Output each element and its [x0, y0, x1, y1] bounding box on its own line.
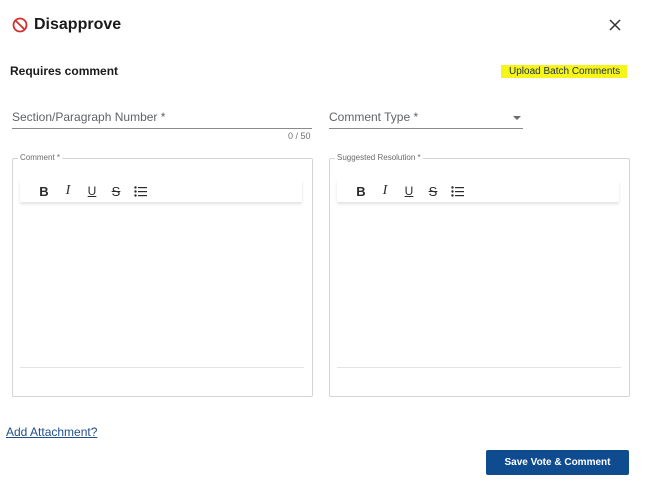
- bullet-list-icon[interactable]: [449, 183, 465, 199]
- underline-icon[interactable]: U: [401, 183, 417, 199]
- close-icon: [609, 19, 621, 31]
- bold-icon[interactable]: B: [36, 183, 52, 199]
- comment-type-select[interactable]: Comment Type *: [329, 110, 523, 130]
- section-paragraph-underline: [12, 128, 312, 129]
- italic-icon[interactable]: I: [377, 183, 393, 199]
- bullet-list-icon[interactable]: [132, 183, 148, 199]
- comment-toolbar: B I U S: [20, 180, 302, 202]
- underline-icon[interactable]: U: [84, 183, 100, 199]
- comment-editor-label: Comment *: [18, 153, 63, 162]
- add-attachment-link[interactable]: Add Attachment?: [6, 425, 97, 439]
- resolution-toolbar: B I U S: [337, 180, 619, 202]
- upload-batch-comments-link[interactable]: Upload Batch Comments: [501, 65, 628, 78]
- section-paragraph-field[interactable]: Section/Paragraph Number *: [12, 110, 312, 130]
- suggested-resolution-label: Suggested Resolution *: [335, 153, 423, 162]
- close-button[interactable]: [604, 14, 626, 36]
- strikethrough-icon[interactable]: S: [108, 183, 124, 199]
- dialog-title: Disapprove: [34, 16, 122, 33]
- requires-comment-label: Requires comment: [10, 64, 119, 78]
- comment-type-underline: [329, 128, 523, 129]
- section-paragraph-label: Section/Paragraph Number *: [12, 110, 166, 124]
- strikethrough-icon[interactable]: S: [425, 183, 441, 199]
- save-vote-comment-button[interactable]: Save Vote & Comment: [486, 450, 629, 475]
- comment-text-area[interactable]: [20, 208, 302, 366]
- bold-icon[interactable]: B: [353, 183, 369, 199]
- comment-type-label: Comment Type *: [329, 110, 419, 124]
- dropdown-arrow-icon: [513, 116, 521, 120]
- italic-icon[interactable]: I: [60, 183, 76, 199]
- suggested-resolution-text-area[interactable]: [337, 208, 619, 366]
- resolution-editor-divider: [337, 367, 621, 368]
- dialog-header: Disapprove: [12, 14, 121, 36]
- character-counter: 0 / 50: [288, 131, 311, 141]
- disapprove-icon: [12, 17, 28, 33]
- comment-editor-divider: [20, 367, 304, 368]
